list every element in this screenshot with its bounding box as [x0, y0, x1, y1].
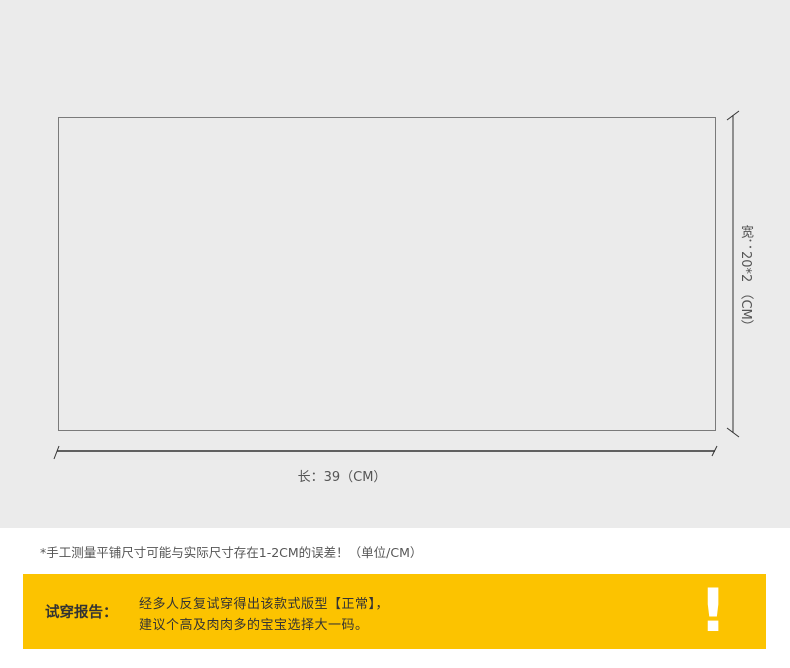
try-on-report-bar: 试穿报告： 经多人反复试穿得出该款式版型【正常】， 建议个高及肉肉多的宝宝选择大…: [23, 574, 766, 649]
width-label: 宽：20*2 （CM）: [738, 225, 753, 333]
length-label: 长：39（CM）: [297, 470, 387, 485]
exclamation-icon: !: [699, 576, 727, 646]
report-line-1: 经多人反复试穿得出该款式版型【正常】，: [139, 597, 390, 612]
length-dimension-tick-left: [53, 445, 60, 460]
measurement-diagram: 长：39（CM） 宽：20*2 （CM）: [0, 0, 790, 528]
report-title: 试穿报告：: [45, 605, 118, 621]
measurement-svg: [53, 110, 740, 460]
measurement-note: *手工测量平铺尺寸可能与实际尺寸存在1-2CM的误差！（单位/CM）: [40, 545, 423, 560]
report-line-2: 建议个高及肉肉多的宝宝选择大一码。: [139, 618, 369, 633]
towel-outline: [58, 117, 716, 431]
